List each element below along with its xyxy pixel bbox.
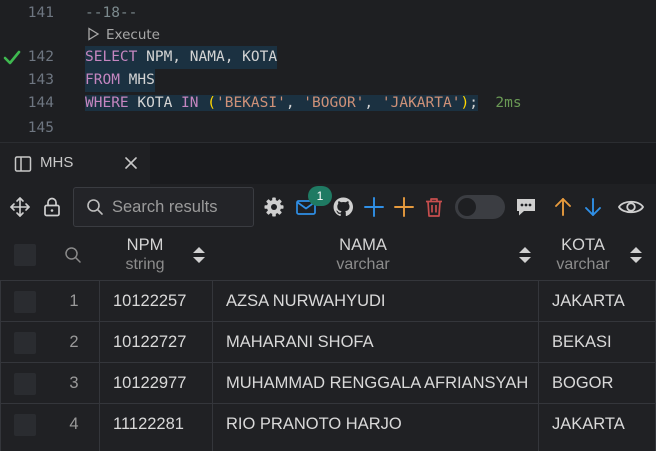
row-number: 1 xyxy=(69,292,79,310)
results-grid: NPM string NAMA varchar KOTA varchar 1 1… xyxy=(0,230,656,451)
add-icon[interactable] xyxy=(362,195,386,219)
column-divider xyxy=(0,280,1,451)
close-paren: ) xyxy=(460,95,470,111)
row-number: 3 xyxy=(69,374,79,392)
cell-nama[interactable]: MUHAMMAD RENGGALA AFRIANSYAH xyxy=(226,363,528,404)
code-line-144: 144 WHERE KOTA IN ('BEKASI', 'BOGOR', 'J… xyxy=(0,92,656,115)
column-header-npm[interactable]: NPM string xyxy=(100,230,190,280)
row-checkbox[interactable] xyxy=(14,414,36,436)
sql-comment: --18-- xyxy=(85,5,138,21)
close-icon[interactable] xyxy=(122,154,140,172)
from-table: MHS xyxy=(119,72,155,88)
cell-kota[interactable]: JAKARTA xyxy=(552,404,625,445)
sql-from-clause: FROM MHS xyxy=(85,69,155,92)
select-all-checkbox[interactable] xyxy=(14,244,36,266)
search-icon[interactable] xyxy=(64,246,82,264)
toggle-knob xyxy=(458,198,476,216)
execution-duration: 2ms xyxy=(495,95,522,111)
cell-kota[interactable]: BEKASI xyxy=(552,322,612,363)
results-toolbar: 1 xyxy=(0,184,656,230)
cell-nama[interactable]: MAHARANI SHOFA xyxy=(226,322,374,363)
results-tab-bar: MHS xyxy=(0,142,656,185)
row-checkbox[interactable] xyxy=(14,332,36,354)
code-line-143: 143 FROM MHS xyxy=(0,69,656,92)
string-literal: 'BEKASI' xyxy=(215,95,286,111)
column-header-kota[interactable]: KOTA varchar xyxy=(539,230,627,280)
cell-nama[interactable]: RIO PRANOTO HARJO xyxy=(226,404,402,445)
cell-npm[interactable]: 10122977 xyxy=(113,363,186,404)
eye-icon[interactable] xyxy=(617,195,645,219)
grid-header: NPM string NAMA varchar KOTA varchar xyxy=(0,230,656,280)
cell-kota[interactable]: JAKARTA xyxy=(552,281,625,322)
sql-select-clause: SELECT NPM, NAMA, KOTA xyxy=(85,46,278,69)
code-line-142: 142 SELECT NPM, NAMA, KOTA xyxy=(0,46,656,69)
trash-icon[interactable] xyxy=(422,195,446,219)
row-checkbox[interactable] xyxy=(14,291,36,313)
keyword-in: IN xyxy=(181,95,199,111)
search-icon xyxy=(87,199,103,215)
line-number: 141 xyxy=(27,5,54,21)
line-number: 143 xyxy=(27,72,54,88)
line-number: 142 xyxy=(27,49,54,65)
play-icon xyxy=(88,27,100,41)
github-icon[interactable] xyxy=(331,195,355,219)
column-divider xyxy=(99,280,100,451)
notification-badge: 1 xyxy=(308,186,332,206)
code-line-145: 145 xyxy=(0,117,656,140)
cell-npm[interactable]: 10122257 xyxy=(113,281,186,322)
arrow-up-icon[interactable] xyxy=(551,195,575,219)
code-line-141: 141 --18-- xyxy=(0,2,656,25)
column-type: varchar xyxy=(556,256,610,273)
column-divider xyxy=(538,280,539,451)
keyword-where: WHERE xyxy=(85,95,129,111)
keyword-from: FROM xyxy=(85,72,120,88)
sort-icon[interactable] xyxy=(191,245,207,265)
sql-editor[interactable]: 141 --18-- Execute 142 SELECT NPM, NAMA,… xyxy=(0,0,656,142)
comment-icon[interactable] xyxy=(514,195,538,219)
column-type: varchar xyxy=(336,256,390,273)
sort-icon[interactable] xyxy=(517,245,533,265)
row-number: 4 xyxy=(69,415,79,433)
column-name: NPM xyxy=(126,236,164,254)
cell-kota[interactable]: BOGOR xyxy=(552,363,613,404)
semicolon: ; xyxy=(469,95,478,111)
column-name: KOTA xyxy=(561,236,605,254)
column-name: NAMA xyxy=(339,236,387,254)
string-literal: 'JAKARTA' xyxy=(381,95,461,111)
panel-icon xyxy=(14,156,32,172)
row-number: 2 xyxy=(69,333,79,351)
string-literal: 'BOGOR' xyxy=(303,95,365,111)
sql-where-clause: WHERE KOTA IN ('BEKASI', 'BOGOR', 'JAKAR… xyxy=(85,95,522,111)
sort-icon[interactable] xyxy=(628,245,644,265)
cell-npm[interactable]: 11122281 xyxy=(113,404,184,445)
search-results-box[interactable] xyxy=(73,187,254,227)
cell-npm[interactable]: 10122727 xyxy=(113,322,186,363)
where-column: KOTA xyxy=(128,95,182,111)
tab-label: MHS xyxy=(40,154,74,171)
column-header-nama[interactable]: NAMA varchar xyxy=(213,230,513,280)
execute-codelens[interactable]: Execute xyxy=(86,25,160,45)
move-icon[interactable] xyxy=(8,195,32,219)
column-divider xyxy=(212,280,213,451)
row-checkbox[interactable] xyxy=(14,373,36,395)
keyword-select: SELECT xyxy=(85,49,138,65)
line-number: 145 xyxy=(27,120,54,136)
open-paren: ( xyxy=(207,95,216,111)
lock-icon[interactable] xyxy=(40,195,64,219)
toggle-switch[interactable] xyxy=(455,195,505,219)
arrow-down-icon[interactable] xyxy=(581,195,605,219)
add-row-icon[interactable] xyxy=(392,195,416,219)
cell-nama[interactable]: AZSA NURWAHYUDI xyxy=(226,281,386,322)
column-type: string xyxy=(125,256,165,273)
gear-icon[interactable] xyxy=(262,195,286,219)
search-input[interactable] xyxy=(112,196,250,218)
execute-label: Execute xyxy=(106,27,160,43)
select-columns: NPM, NAMA, KOTA xyxy=(137,49,278,65)
line-number: 144 xyxy=(27,95,54,111)
tab-mhs[interactable]: MHS xyxy=(0,143,150,185)
